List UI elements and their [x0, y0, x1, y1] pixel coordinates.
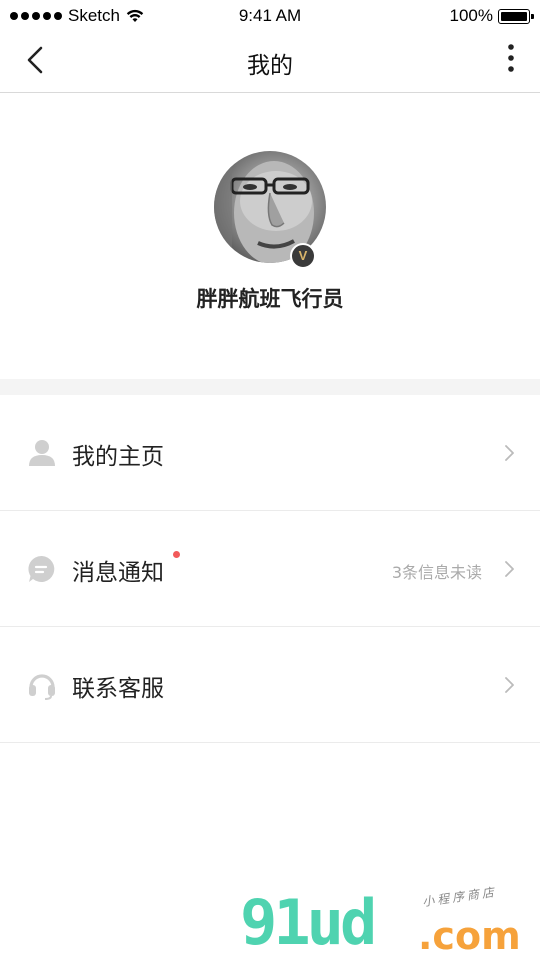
- battery-icon: [498, 8, 534, 24]
- menu-item-customer-service[interactable]: 联系客服: [0, 627, 540, 743]
- section-divider: [0, 379, 540, 395]
- watermark-sub-text: 小程序商店: [421, 884, 498, 910]
- watermark-logo: 91ud 小程序商店 .com: [240, 885, 540, 959]
- more-vertical-icon[interactable]: [506, 42, 516, 74]
- status-right: 100%: [449, 6, 534, 26]
- profile-section: V 胖胖航班飞行员: [0, 93, 540, 379]
- menu-item-label: 联系客服: [72, 676, 164, 702]
- watermark-main-text: 91ud: [240, 886, 377, 959]
- avatar-wrapper[interactable]: V: [214, 151, 326, 269]
- username: 胖胖航班飞行员: [196, 287, 344, 311]
- unread-count-hint: 3条信息未读: [391, 563, 482, 582]
- headset-icon: [29, 674, 55, 700]
- nav-bar: 我的: [0, 34, 540, 93]
- person-icon: [29, 440, 55, 466]
- page-title: 我的: [247, 53, 293, 79]
- message-icon: [28, 555, 55, 582]
- menu-item-label: 消息通知: [72, 560, 164, 586]
- watermark-domain-text: .com: [418, 914, 521, 958]
- vip-badge: V: [290, 243, 316, 269]
- menu-list: 我的主页 消息通知 3条信息未读 联系客服: [0, 395, 540, 743]
- status-bar: Sketch 9:41 AM 100%: [0, 0, 540, 34]
- screen: Sketch 9:41 AM 100% 我的 V 胖胖航班飞行员 我的主页 消息…: [0, 0, 540, 960]
- menu-item-homepage[interactable]: 我的主页: [0, 395, 540, 511]
- chevron-right-icon: [505, 561, 514, 577]
- menu-item-label: 我的主页: [72, 444, 164, 470]
- unread-dot: [173, 551, 180, 558]
- chevron-right-icon: [505, 677, 514, 693]
- menu-item-notifications[interactable]: 消息通知 3条信息未读: [0, 511, 540, 627]
- battery-percent: 100%: [449, 6, 493, 25]
- chevron-right-icon: [505, 445, 514, 461]
